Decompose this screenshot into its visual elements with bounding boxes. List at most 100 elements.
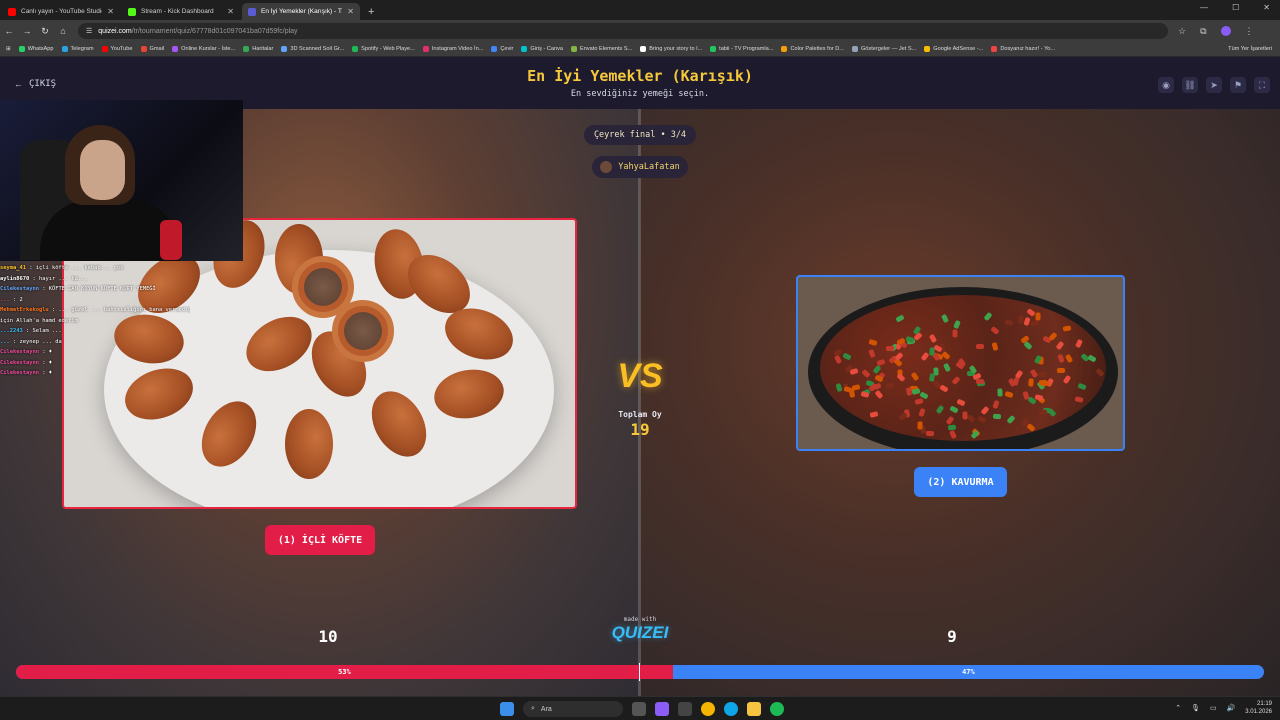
pepper-bit [1028, 377, 1034, 387]
profile-avatar[interactable] [1220, 26, 1231, 36]
bookmark[interactable]: WhatsApp [18, 46, 54, 52]
bookmark[interactable]: Dosyanız hazır! - Yo... [991, 46, 1055, 52]
folder-icon[interactable] [747, 702, 761, 716]
bookmark[interactable]: YouTube [101, 46, 133, 52]
send-icon[interactable]: ➤ [1206, 77, 1222, 93]
chat-username[interactable]: seyma_41 [0, 265, 26, 271]
bookmark[interactable]: Google AdSense -... [924, 46, 983, 52]
chat-username[interactable]: ... [0, 297, 10, 303]
creator-badge[interactable]: YahyaLafatan [592, 156, 688, 178]
quizei-icon [248, 7, 256, 16]
quizei-logo[interactable]: QUIZEI [600, 623, 680, 643]
chat-username[interactable]: ...2243 [0, 328, 23, 334]
address-bar-row: ← → ↻ ⌂ ☰ quizei.com/tr/tournament/quiz/… [0, 20, 1280, 42]
link-icon[interactable]: ⛓ [1182, 77, 1198, 93]
pepper-bit [885, 345, 895, 351]
reload-icon[interactable]: ↻ [36, 26, 54, 37]
maximize-icon[interactable]: ☐ [1232, 3, 1239, 12]
bookmark-icon [172, 46, 179, 52]
task-view-icon[interactable] [632, 702, 646, 716]
new-tab-icon[interactable]: + [368, 6, 374, 18]
option-1-votes: 10 [318, 627, 338, 646]
option-2-button[interactable]: (2) KAVURMA [914, 467, 1007, 497]
pepper-bit [975, 378, 984, 385]
clock[interactable]: 21:19 3.01.2026 [1245, 700, 1272, 716]
chat-username[interactable]: ... [0, 339, 10, 345]
microphone-icon[interactable]: 🎙 [1191, 704, 1200, 712]
site-info-icon[interactable]: ☰ [86, 27, 92, 35]
total-votes-label: Toplam Oy [618, 410, 662, 419]
bookmark[interactable]: Haritalar [243, 46, 273, 52]
apps-icon[interactable]: ⊞ [6, 46, 11, 52]
close-icon[interactable]: ✕ [347, 7, 354, 16]
close-icon[interactable]: ✕ [227, 7, 234, 16]
back-arrow-icon[interactable]: ← [0, 26, 18, 36]
eye-icon[interactable]: ◉ [1158, 77, 1174, 93]
whatsapp-icon [18, 46, 25, 52]
chat-username[interactable]: Cilekestaynn [0, 370, 39, 376]
tab-youtube-studio[interactable]: Canlı yayın - YouTube Studio ✕ [2, 3, 120, 20]
tab-quizei[interactable]: En İyi Yemekler (Karışık) - Tier L ✕ [242, 3, 360, 20]
kofte-cut [332, 300, 394, 362]
flag-icon[interactable]: ⚑ [1230, 77, 1246, 93]
close-icon[interactable]: ✕ [107, 7, 114, 16]
bookmark[interactable]: Giriş - Canva [521, 46, 563, 52]
kick-icon [128, 7, 136, 16]
chat-text: içli köfte ... kebab... çok [35, 265, 124, 271]
tabii-icon [710, 46, 717, 52]
browser-toolbar-icons: ☆ ⧉ ⋮ [1178, 26, 1254, 37]
extensions-icon[interactable]: ⧉ [1200, 26, 1206, 37]
round-badge: Çeyrek final • 3/4 [584, 125, 696, 145]
tab-kick-dashboard[interactable]: Stream - Kick Dashboard ✕ [122, 3, 240, 20]
maps-icon [243, 46, 250, 52]
url-path: /tr/tournament/quiz/67778d01c097041ba07d… [131, 27, 298, 35]
chat-username[interactable]: MehmetErkekoglu [0, 307, 49, 313]
url-field[interactable]: ☰ quizei.com/tr/tournament/quiz/67778d01… [78, 23, 1168, 39]
chat-text: Selam ... [32, 328, 62, 334]
spotify-icon[interactable] [770, 702, 784, 716]
option-1-button[interactable]: (1) İÇLİ KÖFTE [265, 525, 375, 555]
made-with-label: made with [623, 616, 657, 623]
bookmark[interactable]: 3D Scanned Soil Gr... [281, 46, 344, 52]
chat-username[interactable]: Cilekestaynn [0, 286, 39, 292]
bookmark[interactable]: Telegram [61, 46, 94, 52]
chat-username[interactable]: aylin8670 [0, 276, 29, 282]
bookmark[interactable]: Envato Elements S... [571, 46, 632, 52]
adsense-icon [924, 46, 931, 52]
volume-icon[interactable]: 🔊 [1227, 704, 1236, 712]
spotify-icon [352, 46, 359, 52]
bookmark[interactable]: tabii - TV Programla... [710, 46, 773, 52]
chevron-up-icon[interactable]: ⌃ [1175, 704, 1181, 712]
copilot-icon[interactable] [655, 702, 669, 716]
total-votes-value: 19 [630, 420, 650, 439]
bookmark[interactable]: Gmail [140, 46, 164, 52]
chat-username[interactable]: Cilekestaynn [0, 360, 39, 366]
chat-text: ♦ [48, 359, 52, 366]
bookmark[interactable]: Instagram Video İn... [422, 46, 483, 52]
bookmark[interactable]: Göstergeler — Jet S... [851, 46, 916, 52]
bookmark[interactable]: Spotify - Web Playe... [352, 46, 415, 52]
fullscreen-icon[interactable]: ⛶ [1254, 77, 1270, 93]
star-icon[interactable]: ☆ [1178, 26, 1186, 37]
edge-icon[interactable] [724, 702, 738, 716]
forward-arrow-icon[interactable]: → [18, 26, 36, 36]
bookmark[interactable]: Color Palettes for D... [781, 46, 844, 52]
chrome-icon[interactable] [701, 702, 715, 716]
bookmark[interactable]: Çevir [491, 46, 513, 52]
bookmark[interactable]: Online Kurslar - İste... [172, 46, 235, 52]
network-icon[interactable]: ▭ [1210, 704, 1217, 712]
chat-username[interactable]: Cilekestaynn [0, 349, 39, 355]
bookmark[interactable]: Bring your story to l... [640, 46, 702, 52]
app-icon[interactable] [678, 702, 692, 716]
palette-icon [781, 46, 788, 52]
minimize-icon[interactable]: — [1200, 3, 1208, 12]
all-bookmarks[interactable]: Tüm Yer İşaretleri [1228, 46, 1272, 52]
search-icon: ⌕ [531, 705, 535, 712]
home-icon[interactable]: ⌂ [54, 26, 72, 36]
start-icon[interactable] [500, 702, 514, 716]
chat-text: KÖFTE CAN KOYUN KÖFTE KURT YEMEĞİ [48, 286, 156, 292]
menu-icon[interactable]: ⋮ [1245, 26, 1254, 37]
taskbar-search[interactable]: ⌕ Ara [523, 701, 623, 717]
url-domain: quizei.com [98, 27, 132, 35]
close-window-icon[interactable]: ✕ [1263, 3, 1270, 12]
